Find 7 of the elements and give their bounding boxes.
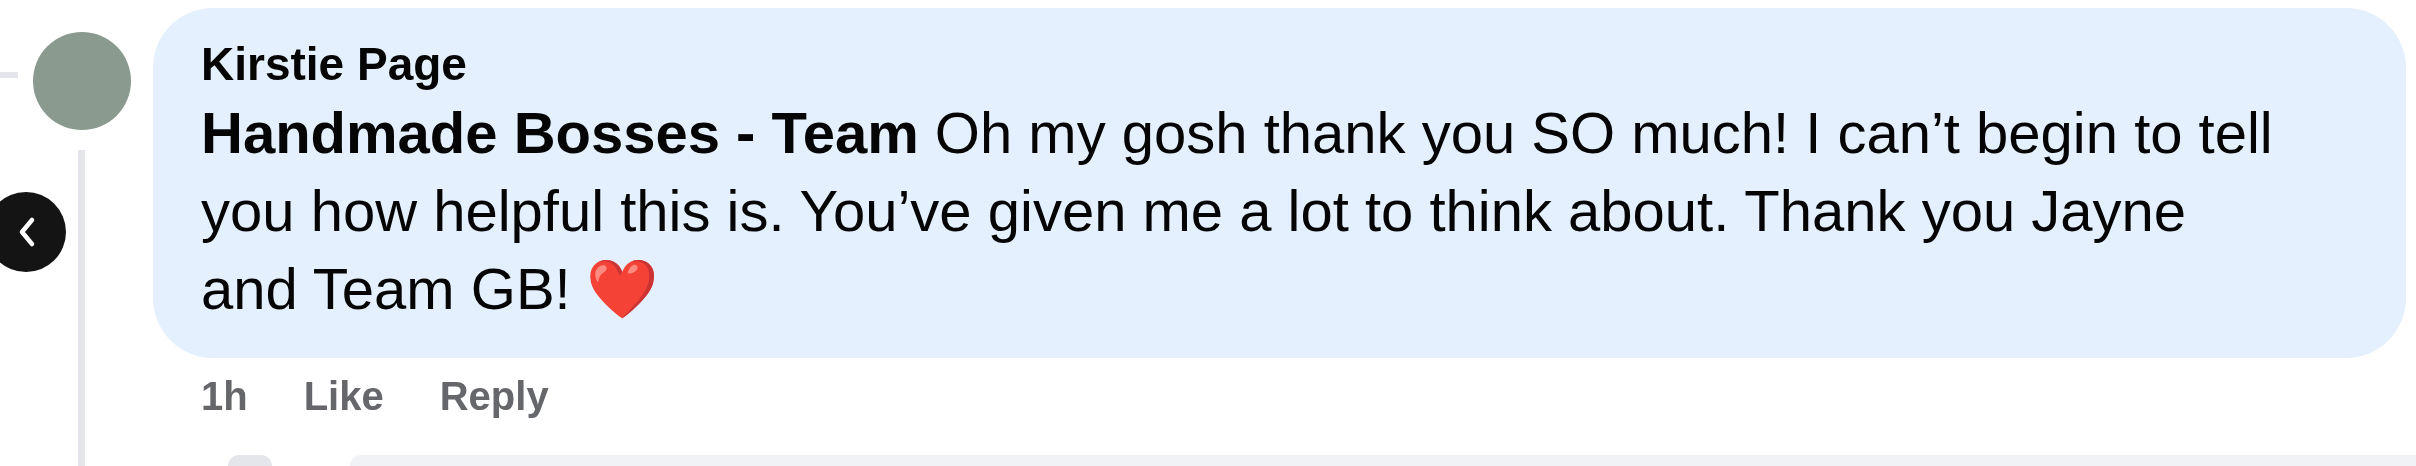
timestamp[interactable]: 1h <box>201 368 248 424</box>
action-link[interactable]: Reply <box>439 368 549 424</box>
back-button[interactable] <box>0 192 66 272</box>
comment-text: Handmade Bosses - Team Oh my gosh thank you SO much! I can’t begin to tell you how helpful this is. You’ve given me a lot to think about. Thank you Jayne and Team GB! ❤ <box>201 99 2274 323</box>
author-name[interactable]: Kirstie Page <box>201 34 2291 94</box>
action-link[interactable]: Like <box>303 368 384 424</box>
avatar-photo <box>228 455 272 466</box>
